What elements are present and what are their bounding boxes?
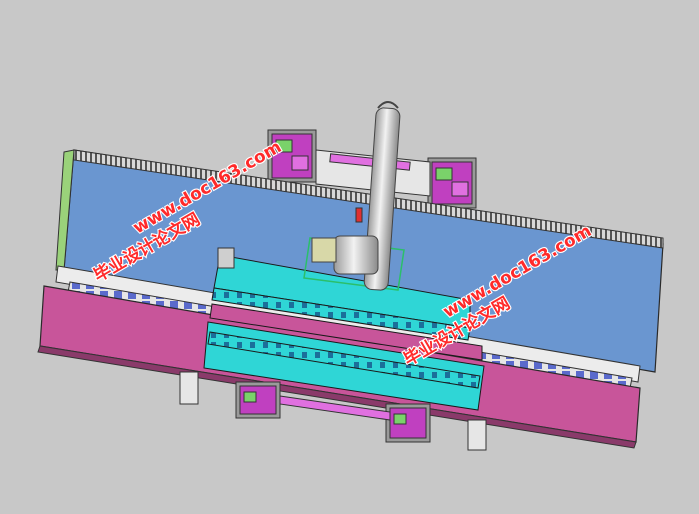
bottom-left-wheel-assembly bbox=[235, 381, 281, 419]
cad-viewport[interactable]: 毕业设计论文网 www.doc163.com 毕业设计论文网 www.doc16… bbox=[0, 0, 699, 510]
bottom-right-wheel-assembly bbox=[385, 403, 431, 443]
right-leg bbox=[467, 419, 487, 451]
top-right-wheel-assembly bbox=[427, 157, 477, 209]
left-leg bbox=[179, 371, 199, 405]
cad-model-render: 毕业设计论文网 www.doc163.com 毕业设计论文网 www.doc16… bbox=[37, 101, 664, 451]
